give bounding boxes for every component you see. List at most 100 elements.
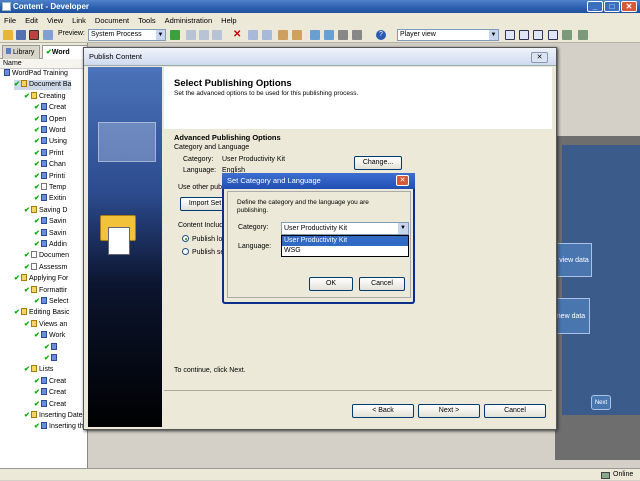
cancel-button[interactable]: Cancel [359, 277, 405, 291]
tree-item[interactable]: ✔ Views an [24, 319, 67, 330]
tree-item[interactable]: ✔ Document Ba [14, 80, 72, 91]
player-view-select[interactable]: Player view ▼ [397, 29, 499, 41]
check-icon: ✔ [34, 115, 40, 123]
preview-box-view-data: view data [556, 243, 592, 277]
minimize-button[interactable]: _ [587, 1, 603, 12]
menu-administration[interactable]: Administration [165, 16, 213, 25]
back-button[interactable]: < Back [352, 404, 414, 418]
record-icon[interactable] [29, 30, 39, 40]
menu-view[interactable]: View [47, 16, 63, 25]
tree-item[interactable]: ✔ Creat [34, 103, 66, 113]
tree-item[interactable]: ✔ Editing Basic [14, 308, 69, 318]
copy-icon[interactable] [199, 30, 209, 40]
tree-item[interactable]: ✔ Saving D [24, 205, 67, 216]
down-icon[interactable] [352, 30, 362, 40]
tree-item[interactable]: ✔ Printi [34, 171, 65, 182]
paste-icon[interactable] [212, 30, 222, 40]
menu-tools[interactable]: Tools [138, 16, 156, 25]
tree-item[interactable]: ✔ Creat [34, 376, 66, 387]
tree-item[interactable]: ✔ Applying For [14, 274, 68, 284]
menu-edit[interactable]: Edit [25, 16, 38, 25]
category-option[interactable]: WSG [282, 246, 408, 256]
close-button[interactable]: ✕ [621, 1, 637, 12]
tree-item[interactable]: ✔ Creat [34, 399, 66, 410]
tree-item[interactable]: ✔ Using [34, 137, 67, 147]
outline-panel: Library ✔Word Name WordPad Training ✔ Docu… [0, 43, 125, 468]
tree-item[interactable]: ✔ [44, 342, 59, 353]
category-option[interactable]: User Productivity Kit [282, 236, 408, 246]
layout-3-icon[interactable] [533, 30, 543, 40]
close-icon[interactable]: ✕ [531, 52, 548, 63]
tab-wordpad[interactable]: ✔Word [42, 45, 88, 59]
play-icon[interactable] [170, 30, 180, 40]
cut-icon[interactable] [186, 30, 196, 40]
tree-item-label: Applying For [29, 275, 69, 283]
tree-item[interactable]: ✔ Creating [24, 91, 65, 102]
tree-item[interactable]: ✔ Chan [34, 160, 66, 170]
link-icon[interactable] [278, 30, 288, 40]
tree-item[interactable]: ✔ Lists [24, 365, 53, 375]
menu-document[interactable]: Document [95, 16, 129, 25]
help-icon[interactable]: ? [376, 30, 386, 40]
topic-icon [41, 388, 47, 396]
properties-icon[interactable] [43, 30, 53, 40]
topic-icon [51, 354, 57, 361]
category-select[interactable]: User Productivity Kit ▼ [281, 222, 409, 235]
preview-next-button[interactable]: Next [591, 395, 611, 410]
maximize-button[interactable]: □ [604, 1, 620, 12]
tree-item[interactable]: WordPad Training [4, 69, 68, 79]
tree-item[interactable]: ✔ Formattir [24, 285, 67, 296]
publish-dialog-title-bar[interactable]: Publish Content ✕ [84, 48, 556, 66]
replace-icon[interactable] [262, 30, 272, 40]
layout-4-icon[interactable] [548, 30, 558, 40]
topic-icon [41, 376, 47, 384]
tree-item[interactable]: ✔ Open [34, 114, 66, 125]
change-button[interactable]: Change... [354, 156, 402, 170]
menu-help[interactable]: Help [221, 16, 236, 25]
cancel-button[interactable]: Cancel [484, 404, 546, 418]
layout-1-icon[interactable] [505, 30, 515, 40]
forward-icon[interactable] [324, 30, 334, 40]
tab-library[interactable]: Library [2, 45, 40, 59]
unlink-icon[interactable] [292, 30, 302, 40]
tree-item[interactable]: ✔ Select [34, 297, 68, 307]
preview-select[interactable]: System Process ▼ [88, 29, 166, 41]
open-icon[interactable] [3, 30, 13, 40]
toolbar-extra-icon[interactable] [562, 30, 572, 40]
tree-item[interactable]: ✔ Addin [34, 240, 67, 250]
tree-item[interactable]: ✔ Temp [34, 183, 66, 193]
publish-heading: Select Publishing Options [174, 78, 292, 89]
back-icon[interactable] [310, 30, 320, 40]
category-dialog-title-bar[interactable]: Set Category and Language ✕ [222, 173, 415, 189]
ok-button[interactable]: OK [309, 277, 353, 291]
next-button[interactable]: Next > [418, 404, 480, 418]
tree-item[interactable]: ✔ Assessm [24, 262, 67, 273]
close-icon[interactable]: ✕ [396, 175, 409, 186]
tree-item[interactable]: ✔ Savin [34, 217, 67, 227]
menu-file[interactable]: File [4, 16, 16, 25]
preview-box-new-data: new data [552, 298, 590, 334]
find-icon[interactable] [248, 30, 258, 40]
menu-link[interactable]: Link [72, 16, 86, 25]
chevron-down-icon[interactable]: ▼ [489, 30, 498, 40]
tree-item[interactable]: ✔ Creat [34, 388, 66, 398]
chevron-down-icon[interactable]: ▼ [398, 223, 408, 234]
delete-icon[interactable]: ✕ [233, 30, 243, 40]
check-icon: ✔ [44, 343, 50, 351]
tree-item[interactable]: ✔ Savin [34, 228, 67, 239]
chevron-down-icon[interactable]: ▼ [156, 30, 165, 40]
tree-item[interactable]: ✔ Documen [24, 251, 69, 261]
tree-item[interactable]: ✔ Work [34, 331, 65, 341]
window-title-bar[interactable]: Content - Developer _ □ ✕ [0, 0, 640, 13]
check-icon: ✔ [44, 355, 50, 362]
save-icon[interactable] [16, 30, 26, 40]
up-icon[interactable] [338, 30, 348, 40]
publish-locale-radio[interactable]: Publish loc [182, 235, 226, 243]
tree-item[interactable]: ✔ Exitin [34, 194, 66, 204]
tree-item[interactable]: ✔ [44, 354, 59, 364]
publish-selection-radio[interactable]: Publish sel [182, 248, 226, 256]
tree-item[interactable]: ✔ Word [34, 126, 66, 136]
tree-item[interactable]: ✔ Print [34, 148, 63, 159]
layout-2-icon[interactable] [519, 30, 529, 40]
toolbar-extra-icon[interactable] [578, 30, 588, 40]
